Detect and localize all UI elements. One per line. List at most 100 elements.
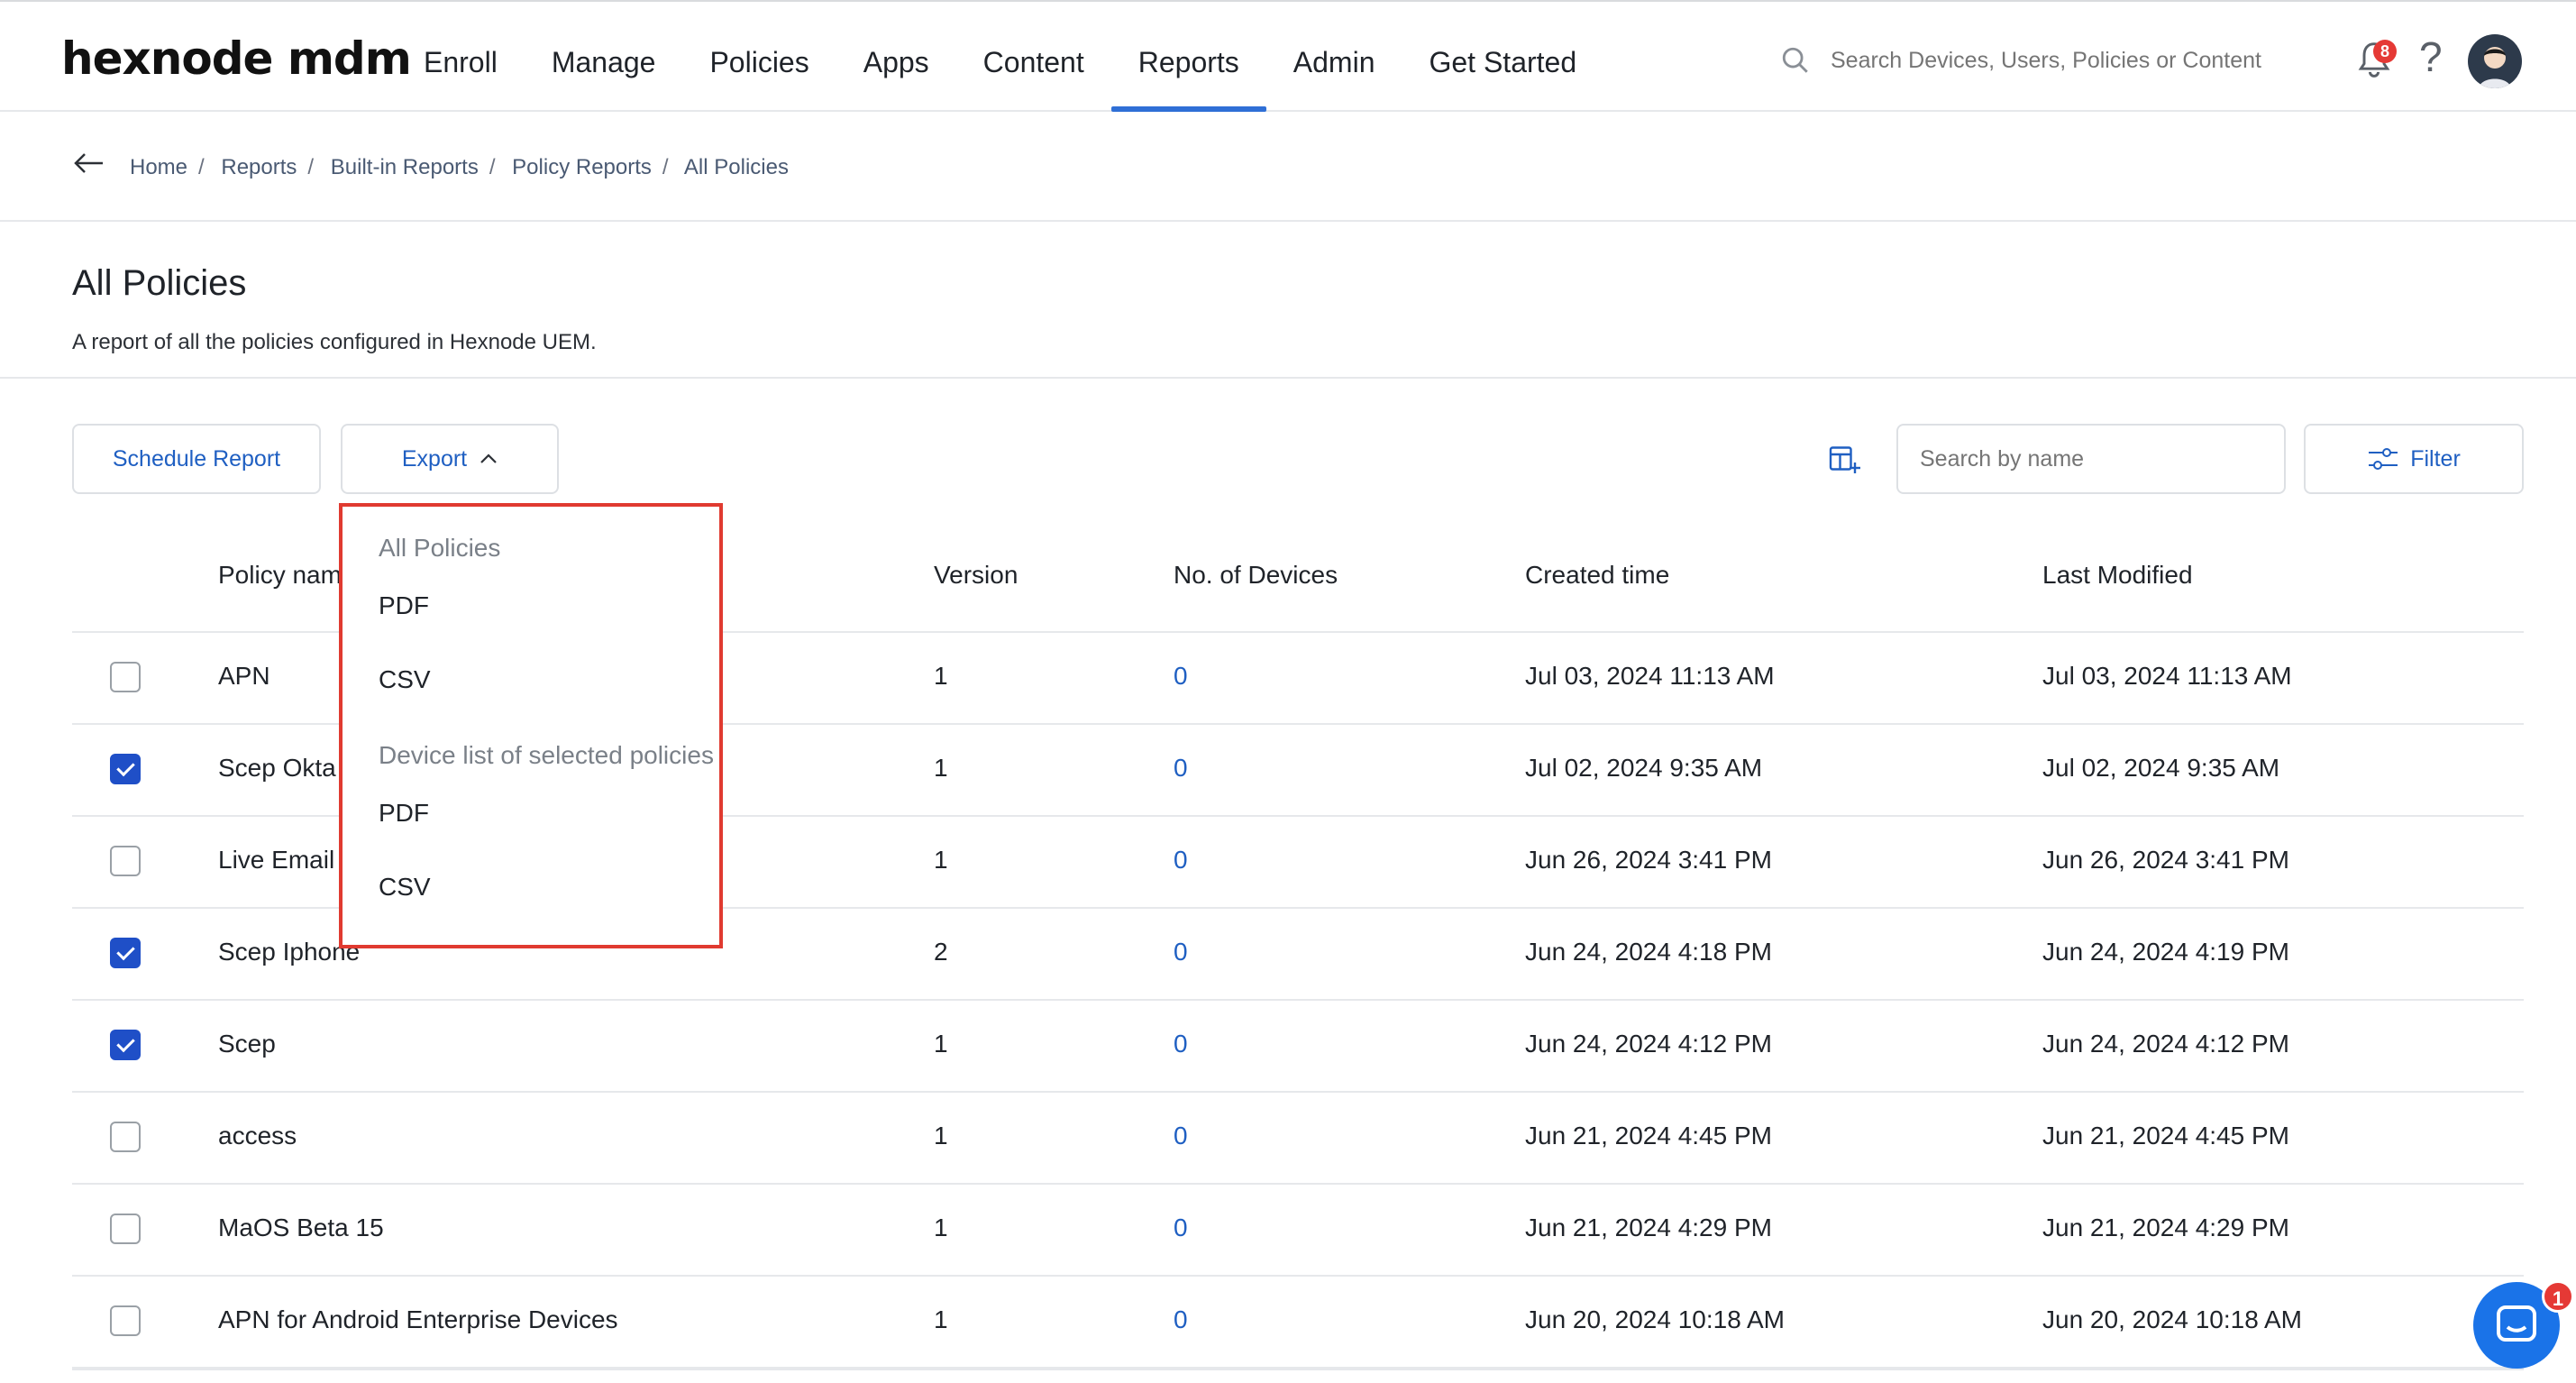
help-icon[interactable]: ? [2419,32,2443,81]
page-title: All Policies [72,263,247,303]
nav-admin[interactable]: Admin [1266,2,1402,112]
column-header-version[interactable]: Version [934,561,1018,590]
device-count-link[interactable]: 0 [1174,938,1188,966]
schedule-report-button[interactable]: Schedule Report [72,424,321,494]
last-modified-cell: Jul 02, 2024 9:35 AM [2042,754,2280,782]
device-count-link[interactable]: 0 [1174,846,1188,875]
version-cell: 1 [934,1214,948,1241]
policy-name-cell[interactable]: Live Email [218,846,334,875]
row-divider [72,1275,2524,1277]
nav-enroll[interactable]: Enroll [397,2,525,112]
breadcrumb-built-in-reports[interactable]: Built-in Reports [331,155,479,179]
notification-count-badge: 8 [2373,40,2397,63]
export-group-all-policies: All Policies [379,534,501,562]
row-checkbox[interactable] [110,938,141,968]
filter-button[interactable]: Filter [2304,424,2524,494]
version-cell: 2 [934,938,948,966]
export-devices-pdf[interactable]: PDF [379,799,429,828]
version-cell: 1 [934,754,948,782]
breadcrumb-all-policies: All Policies [683,155,789,179]
device-count-link[interactable]: 0 [1174,1305,1188,1334]
row-checkbox[interactable] [110,1214,141,1244]
created-time-cell: Jun 24, 2024 4:18 PM [1525,938,1772,966]
user-avatar[interactable] [2468,34,2522,88]
hexnode-logo[interactable]: hexnode mdm [61,32,412,85]
row-divider [72,1091,2524,1093]
search-by-name [1896,424,2286,494]
policy-name-cell[interactable]: MaOS Beta 15 [218,1214,384,1242]
add-column-icon[interactable] [1828,444,1860,476]
device-count-link[interactable]: 0 [1174,662,1188,691]
global-search-input[interactable] [1829,46,2283,75]
column-header-devices[interactable]: No. of Devices [1174,561,1338,590]
row-checkbox[interactable] [110,754,141,784]
last-modified-cell: Jun 24, 2024 4:19 PM [2042,938,2289,966]
row-checkbox[interactable] [110,1305,141,1336]
row-checkbox[interactable] [110,846,141,876]
nav-get-started[interactable]: Get Started [1402,2,1603,112]
nav-content[interactable]: Content [956,2,1111,112]
column-header-policy-name[interactable]: Policy name [218,561,356,590]
policy-name-cell[interactable]: Scep Okta [218,754,336,783]
page-description: A report of all the policies configured … [72,330,597,354]
divider [0,377,2576,379]
breadcrumb-home[interactable]: Home [130,155,187,179]
version-cell: 1 [934,846,948,874]
chat-unread-badge: 1 [2542,1280,2574,1313]
policy-name-cell[interactable]: access [218,1122,297,1150]
last-modified-cell: Jun 21, 2024 4:29 PM [2042,1214,2289,1241]
device-count-link[interactable]: 0 [1174,1030,1188,1058]
filter-label: Filter [2410,445,2461,472]
row-divider [72,999,2524,1001]
export-all-csv[interactable]: CSV [379,665,431,694]
last-modified-cell: Jun 20, 2024 10:18 AM [2042,1305,2302,1333]
created-time-cell: Jun 21, 2024 4:45 PM [1525,1122,1772,1149]
row-checkbox[interactable] [110,1122,141,1152]
export-button[interactable]: Export [341,424,559,494]
version-cell: 1 [934,1305,948,1333]
nav-apps[interactable]: Apps [836,2,956,112]
search-by-name-input[interactable] [1918,444,2264,473]
device-count-link[interactable]: 0 [1174,754,1188,783]
created-time-cell: Jun 20, 2024 10:18 AM [1525,1305,1785,1333]
table-bottom-border [72,1367,2524,1370]
column-header-last-modified[interactable]: Last Modified [2042,561,2193,590]
row-divider [72,1183,2524,1185]
export-group-device-list: Device list of selected policies [379,741,714,769]
breadcrumb-policy-reports[interactable]: Policy Reports [512,155,652,179]
nav-policies[interactable]: Policies [682,2,836,112]
last-modified-cell: Jun 21, 2024 4:45 PM [2042,1122,2289,1149]
breadcrumb-bar: Home / Reports / Built-in Reports / Policy … [0,112,2576,222]
main-nav: Enroll Manage Policies Apps Content Repo… [397,2,1603,112]
created-time-cell: Jul 02, 2024 9:35 AM [1525,754,1763,782]
back-arrow-icon[interactable] [72,150,105,177]
created-time-cell: Jun 21, 2024 4:29 PM [1525,1214,1772,1241]
export-all-pdf[interactable]: PDF [379,591,429,620]
device-count-link[interactable]: 0 [1174,1122,1188,1150]
created-time-cell: Jun 24, 2024 4:12 PM [1525,1030,1772,1058]
column-header-created-time[interactable]: Created time [1525,561,1669,590]
breadcrumb-reports[interactable]: Reports [221,155,297,179]
version-cell: 1 [934,1030,948,1058]
version-cell: 1 [934,1122,948,1149]
nav-reports[interactable]: Reports [1110,2,1266,112]
export-devices-csv[interactable]: CSV [379,873,431,902]
last-modified-cell: Jun 24, 2024 4:12 PM [2042,1030,2289,1058]
policy-name-cell[interactable]: Scep [218,1030,276,1058]
nav-manage[interactable]: Manage [525,2,683,112]
export-label: Export [401,445,468,472]
device-count-link[interactable]: 0 [1174,1214,1188,1242]
row-checkbox[interactable] [110,662,141,692]
top-navbar: hexnode mdm Enroll Manage Policies Apps … [0,0,2576,112]
filter-sliders-icon [2369,448,2398,470]
last-modified-cell: Jun 26, 2024 3:41 PM [2042,846,2289,874]
chevron-up-icon [480,453,497,463]
search-icon [1782,47,1808,73]
policy-name-cell[interactable]: APN for Android Enterprise Devices [218,1305,618,1334]
row-checkbox[interactable] [110,1030,141,1060]
export-dropdown-menu: All Policies PDF CSV Device list of sele… [339,503,723,948]
policy-name-cell[interactable]: APN [218,662,270,691]
global-search [1780,45,2283,76]
version-cell: 1 [934,662,948,690]
breadcrumb: Home / Reports / Built-in Reports / Policy … [130,155,789,179]
